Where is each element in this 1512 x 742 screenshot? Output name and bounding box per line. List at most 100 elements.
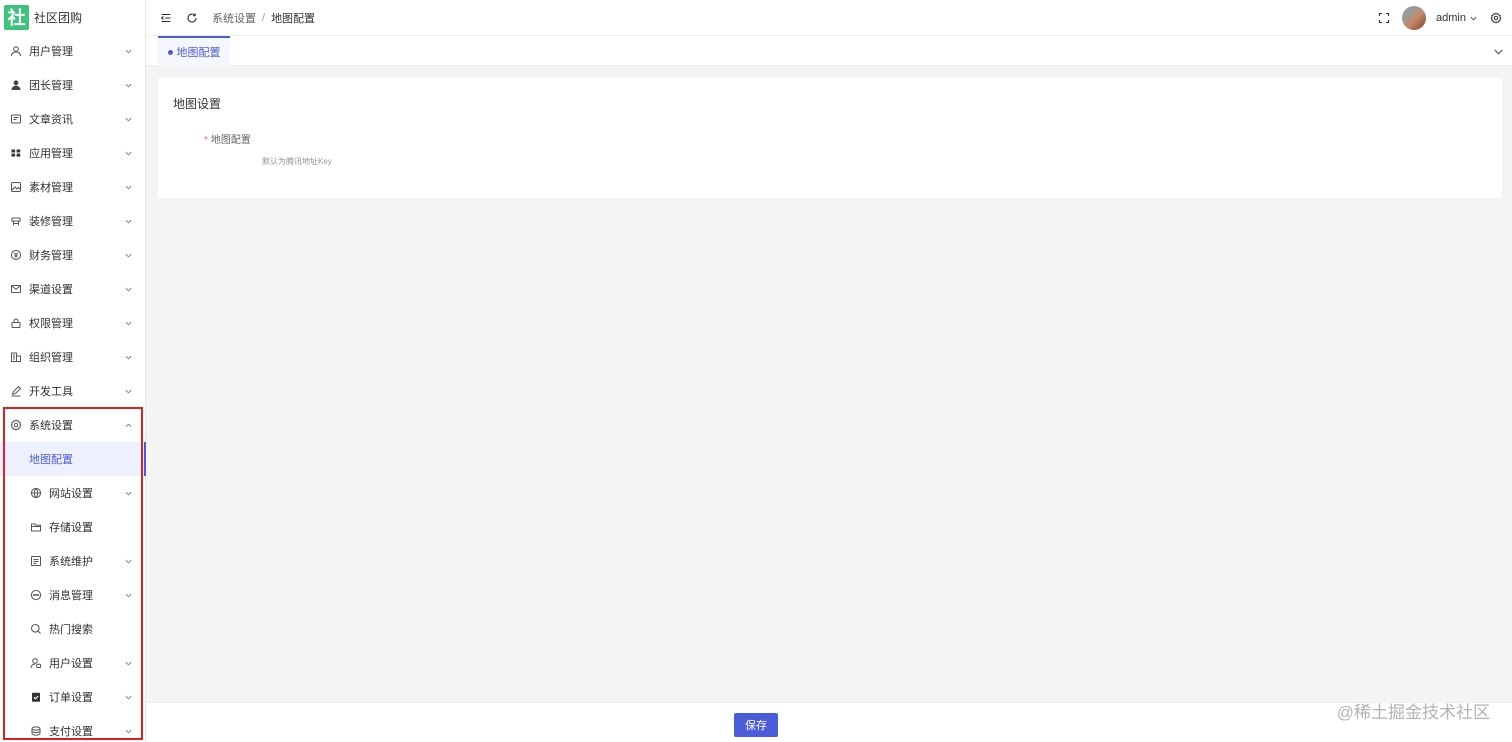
tab-map-config[interactable]: 地图配置: [158, 36, 230, 66]
top-header: 系统设置 / 地图配置 admin: [146, 0, 1512, 36]
sidebar-item-label: 渠道设置: [29, 284, 73, 296]
sidebar-subitem-hot-search[interactable]: 热门搜索: [0, 612, 145, 646]
order-icon: [30, 691, 42, 703]
chevron-down-icon: [123, 284, 133, 294]
sidebar-item-dev-tools[interactable]: 开发工具: [0, 374, 145, 408]
sidebar-item-label: 文章资讯: [29, 114, 73, 126]
pen-icon: [10, 385, 22, 397]
chevron-down-icon[interactable]: [1492, 45, 1504, 57]
breadcrumb-separator: /: [262, 11, 266, 24]
sidebar-item-articles[interactable]: 文章资讯: [0, 102, 145, 136]
sidebar-item-label: 权限管理: [29, 318, 73, 330]
sidebar-subitem-messages[interactable]: 消息管理: [0, 578, 145, 612]
pay-icon: [30, 725, 42, 737]
chevron-down-icon: [123, 182, 133, 192]
sidebar-subitem-system-maintenance[interactable]: 系统维护: [0, 544, 145, 578]
mail-icon: [10, 283, 22, 295]
sidebar-item-channels[interactable]: 渠道设置: [0, 272, 145, 306]
sidebar-item-label: 地图配置: [29, 454, 73, 466]
menu-fold-icon[interactable]: [160, 12, 172, 24]
person-icon: [10, 79, 22, 91]
sidebar-subitem-website-settings[interactable]: 网站设置: [0, 476, 145, 510]
article-icon: [10, 113, 22, 125]
sidebar-item-label: 系统维护: [49, 556, 93, 568]
search-icon: [30, 623, 42, 635]
sidebar-item-label: 开发工具: [29, 386, 73, 398]
fullscreen-icon[interactable]: [1378, 12, 1390, 24]
sidebar-item-materials[interactable]: 素材管理: [0, 170, 145, 204]
settings-icon[interactable]: [1490, 12, 1502, 24]
chevron-down-icon: [123, 318, 133, 328]
field-label-text: 地图配置: [210, 135, 251, 146]
sidebar-item-label: 用户管理: [29, 46, 73, 58]
breadcrumb: 系统设置 / 地图配置: [212, 10, 315, 26]
sidebar-item-label: 财务管理: [29, 250, 73, 262]
user-settings-icon: [30, 657, 42, 669]
decor-icon: [10, 215, 22, 227]
chevron-down-icon: [123, 590, 133, 600]
avatar[interactable]: [1402, 6, 1427, 30]
lock-icon: [10, 317, 22, 329]
footer-bar: 保存: [146, 702, 1512, 742]
finance-icon: [10, 249, 22, 261]
settings-card: 地图设置 * 地图配置 默认为腾讯地址Key: [158, 78, 1502, 198]
refresh-icon[interactable]: [186, 12, 198, 24]
sidebar-item-finance[interactable]: 财务管理: [0, 238, 145, 272]
monitor-icon: [30, 555, 42, 567]
sidebar-item-label: 团长管理: [29, 80, 73, 92]
breadcrumb-item[interactable]: 系统设置: [212, 10, 256, 26]
app-title: 社区团购: [34, 10, 83, 25]
chevron-down-icon: [123, 80, 133, 90]
active-dot-icon: [167, 49, 173, 55]
sidebar-subitem-map-config[interactable]: 地图配置: [0, 442, 146, 476]
globe-icon: [30, 487, 42, 499]
header-right: admin: [1378, 0, 1502, 36]
chevron-down-icon: [123, 250, 133, 260]
sidebar-item-label: 存储设置: [49, 522, 93, 534]
chevron-down-icon: [123, 46, 133, 56]
chevron-down-icon[interactable]: [1469, 14, 1478, 23]
sidebar-item-label: 应用管理: [29, 148, 73, 160]
required-asterisk: *: [204, 135, 208, 146]
sidebar-item-decoration[interactable]: 装修管理: [0, 204, 145, 238]
save-button[interactable]: 保存: [734, 713, 778, 737]
logo[interactable]: 社 社区团购: [0, 0, 145, 34]
chevron-down-icon: [123, 148, 133, 158]
sidebar: 社 社区团购 用户管理 团长管理 文章资讯 应用管理 素材管理 装修管理 财务管…: [0, 0, 146, 742]
sidebar-subitem-storage-settings[interactable]: 存储设置: [0, 510, 145, 544]
sidebar-item-label: 热门搜索: [49, 624, 93, 636]
tabs-bar: 地图配置: [146, 36, 1512, 66]
chevron-down-icon: [123, 488, 133, 498]
logo-mark: 社: [4, 4, 29, 30]
tab-label: 地图配置: [176, 47, 221, 59]
chevron-down-icon: [123, 114, 133, 124]
apps-icon: [10, 147, 22, 159]
user-name[interactable]: admin: [1436, 12, 1466, 24]
building-icon: [10, 351, 22, 363]
sidebar-item-permissions[interactable]: 权限管理: [0, 306, 145, 340]
image-icon: [10, 181, 22, 193]
main-content: 地图设置 * 地图配置 默认为腾讯地址Key: [146, 66, 1512, 702]
sidebar-item-apps[interactable]: 应用管理: [0, 136, 145, 170]
chevron-down-icon: [123, 216, 133, 226]
chat-icon: [30, 589, 42, 601]
sidebar-item-label: 消息管理: [49, 590, 93, 602]
field-help-text: 默认为腾讯地址Key: [262, 157, 332, 166]
breadcrumb-current: 地图配置: [271, 12, 316, 25]
sidebar-subitem-payment-settings[interactable]: 支付设置: [0, 714, 145, 742]
sidebar-subitem-order-settings[interactable]: 订单设置: [0, 680, 145, 714]
gear-icon: [10, 419, 22, 431]
chevron-down-icon: [123, 692, 133, 702]
sidebar-item-leader-management[interactable]: 团长管理: [0, 68, 145, 102]
chevron-down-icon: [123, 352, 133, 362]
sidebar-item-organization[interactable]: 组织管理: [0, 340, 145, 374]
chevron-down-icon: [123, 386, 133, 396]
sidebar-item-user-management[interactable]: 用户管理: [0, 34, 145, 68]
sidebar-item-label: 系统设置: [29, 420, 73, 432]
sidebar-subitem-user-settings[interactable]: 用户设置: [0, 646, 145, 680]
chevron-up-icon: [123, 420, 133, 430]
sidebar-item-label: 素材管理: [29, 182, 73, 194]
sidebar-item-system-settings[interactable]: 系统设置: [0, 408, 145, 442]
sidebar-item-label: 订单设置: [49, 692, 93, 704]
chevron-down-icon: [123, 658, 133, 668]
